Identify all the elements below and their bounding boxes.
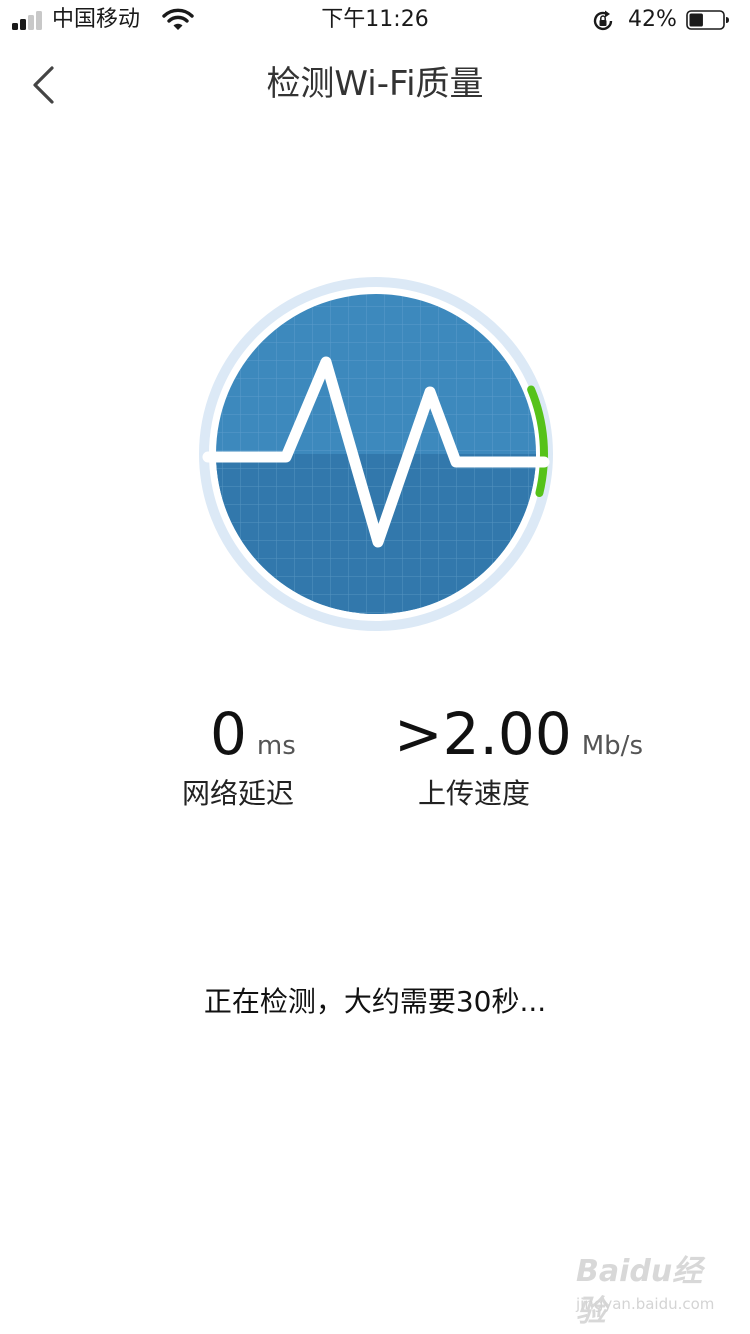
status-bar: 中国移动 下午11:26 42% [0, 0, 750, 40]
upload-speed-label: 上传速度 [418, 777, 531, 810]
upload-speed-number: >2.00 [394, 700, 572, 768]
latency-unit: ms [256, 731, 296, 761]
battery-icon [686, 10, 729, 30]
watermark-url: jingyan.baidu.com [576, 1295, 715, 1313]
baidu-watermark: Baidu经验 jingyan.baidu.com [570, 1252, 720, 1329]
detection-status-text: 正在检测，大约需要30秒... [203, 985, 547, 1018]
rotation-lock-icon [593, 10, 613, 31]
battery-percent: 42% [628, 7, 677, 32]
wifi-quality-gauge [199, 277, 553, 631]
page-title: 检测Wi-Fi质量 [266, 64, 484, 104]
latency-label: 网络延迟 [182, 777, 295, 810]
latency-value: 0 ms [210, 696, 296, 772]
watermark-logo-text: Baidu经验 [576, 1254, 703, 1329]
upload-speed-value: >2.00 Mb/s [394, 696, 643, 772]
upload-speed-unit: Mb/s [581, 731, 643, 761]
latency-number: 0 [210, 700, 247, 768]
